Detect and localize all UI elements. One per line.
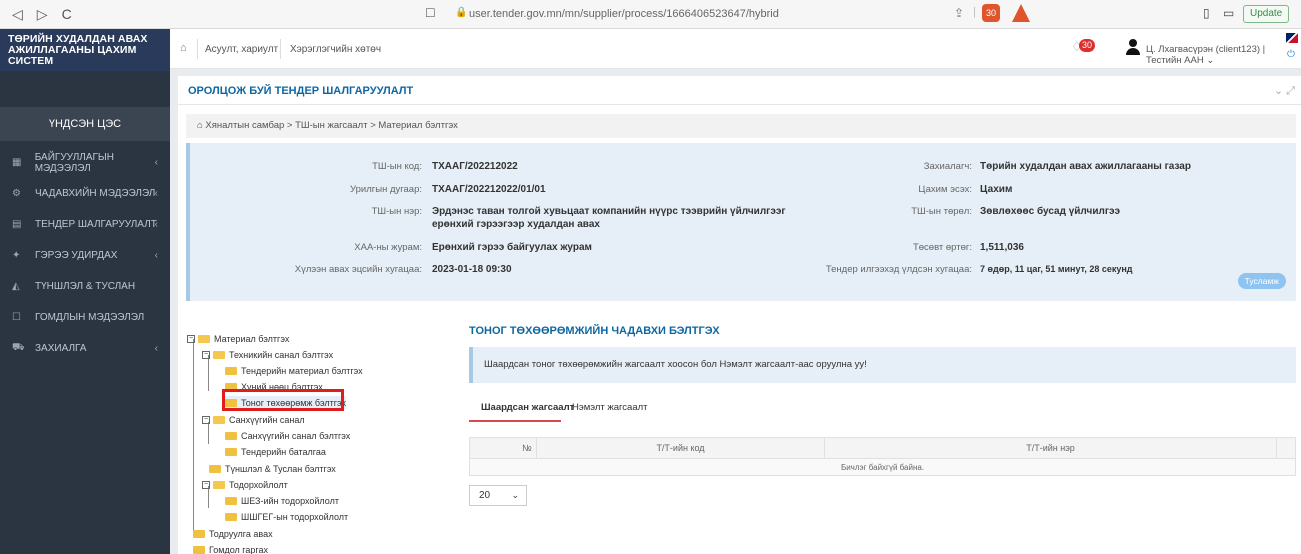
- extension-shield-icon[interactable]: 30: [982, 4, 1000, 22]
- folder-icon: [225, 447, 237, 456]
- language-flag-icon[interactable]: [1286, 33, 1298, 43]
- building-icon: ▦: [12, 157, 22, 168]
- tree-item[interactable]: Тендерийн баталгаа: [225, 445, 326, 458]
- home-icon[interactable]: ⌂: [180, 42, 187, 54]
- active-tab-indicator: [469, 420, 561, 422]
- chevron-down-icon: ⌄: [511, 490, 519, 500]
- highlight-box: [222, 389, 344, 411]
- user-icon[interactable]: [1126, 39, 1140, 55]
- folder-icon: [213, 350, 225, 359]
- lock-icon: 🔒: [455, 7, 468, 18]
- comment-icon: ☐: [12, 312, 21, 323]
- page-size-select[interactable]: 20 ⌄: [469, 485, 527, 506]
- list-icon: ▤: [12, 219, 22, 230]
- tree-item[interactable]: − Тодорхойлолт: [202, 478, 288, 491]
- tree-item[interactable]: − Техникийн санал бэлтгэх: [202, 348, 333, 361]
- qa-link[interactable]: Асуулт, хариулт: [205, 44, 278, 55]
- partners-icon: ◭: [12, 281, 20, 292]
- tab-bar: Шаардсан жагсаалт Нэмэлт жагсаалт: [469, 402, 1296, 424]
- user-guide-link[interactable]: Хэрэглэгчийн хөтөч: [290, 44, 381, 55]
- back-icon[interactable]: ◁: [12, 6, 23, 23]
- sidebar-item-capacity[interactable]: ⚙ ЧАДАВХИЙН МЭДЭЭЛЭЛ ‹: [0, 178, 170, 209]
- folder-icon: [213, 415, 225, 424]
- extension-triangle-icon[interactable]: [1012, 4, 1030, 22]
- section-title: ТОНОГ ТӨХӨӨРӨМЖИЙН ЧАДАВХИ БЭЛТГЭХ: [469, 325, 720, 337]
- sidebar-item-orders[interactable]: ⛟ ЗАХИАЛГА ‹: [0, 333, 170, 364]
- gears-icon: ⚙: [12, 188, 21, 199]
- update-button[interactable]: Update: [1243, 5, 1290, 23]
- collapse-icon: −: [202, 480, 210, 489]
- browser-toolbar: ◁ ▷ C ☐ 🔒 user.tender.gov.mn/mn/supplier…: [0, 0, 1301, 29]
- folder-icon: [209, 464, 221, 473]
- user-menu[interactable]: Ц. Лхагвасүрэн (client123) | Тестийн ААН…: [1146, 44, 1301, 66]
- power-icon[interactable]: ⏻: [1287, 49, 1295, 60]
- sidebar-item-partners[interactable]: ◭ ТҮНШЛЭЛ & ТУСЛАН: [0, 271, 170, 302]
- tree-item[interactable]: Түншлэл & Туслан бэлтгэх: [209, 462, 336, 475]
- bookmark-icon[interactable]: ☐: [425, 6, 436, 20]
- reload-icon[interactable]: C: [62, 6, 72, 23]
- wallet-icon[interactable]: ▭: [1223, 6, 1234, 20]
- collapse-icon: −: [187, 334, 195, 343]
- tree-item[interactable]: Санхүүгийн санал бэлтгэх: [225, 429, 350, 442]
- table-header: № Т/Т-ийн код Т/Т-ийн нэр: [469, 437, 1296, 459]
- page-title: ОРОЛЦОЖ БУЙ ТЕНДЕР ШАЛГАРУУЛАЛТ: [188, 85, 414, 97]
- cart-icon: ⛟: [12, 342, 25, 353]
- handshake-icon: ✦: [12, 250, 21, 261]
- chevron-left-icon: ‹: [154, 250, 158, 261]
- folder-icon: [213, 480, 225, 489]
- table-empty-row: Бичлэг байхгүй байна.: [469, 459, 1296, 476]
- sidebar-item-contract[interactable]: ✦ ГЭРЭЭ УДИРДАХ ‹: [0, 240, 170, 271]
- chevron-left-icon: ‹: [154, 219, 158, 230]
- chevron-left-icon: ‹: [154, 157, 158, 168]
- expand-icon[interactable]: ⌄ ⤢: [1274, 84, 1295, 98]
- sidebar-item-organization[interactable]: ▦ БАЙГУУЛЛАГЫН МЭДЭЭЛЭЛ ‹: [0, 147, 170, 178]
- notification-badge[interactable]: 30: [1079, 39, 1096, 52]
- home-icon[interactable]: ⌂: [197, 120, 203, 131]
- info-note: Шаардсан тоног төхөөрөмжийн жагсаалт хоо…: [469, 347, 1296, 383]
- tender-info-box: ТШ-ын код: ТХААГ/202212022 Урилгын дугаа…: [186, 143, 1296, 301]
- equipment-table: № Т/Т-ийн код Т/Т-ийн нэр Бичлэг байхгүй…: [469, 437, 1296, 476]
- breadcrumb: ⌂ Хяналтын самбар > ТШ-ын жагсаалт > Мат…: [186, 114, 1296, 138]
- folder-icon: [225, 512, 237, 521]
- tree-item[interactable]: − Материал бэлтгэх: [187, 332, 289, 345]
- chevron-left-icon: ‹: [154, 343, 158, 354]
- forward-icon[interactable]: ▷: [37, 6, 48, 23]
- share-icon[interactable]: ⇪: [954, 6, 964, 20]
- sidebar: ТӨРИЙН ХУДАЛДАН АВАХ АЖИЛЛАГААНЫ ЦАХИМ С…: [0, 29, 170, 554]
- folder-icon: [225, 496, 237, 505]
- sidebar-item-complaints[interactable]: ☐ ГОМДЛЫН МЭДЭЭЛЭЛ: [0, 302, 170, 333]
- help-button[interactable]: Тусламж: [1237, 273, 1286, 289]
- tree-item[interactable]: − Санхүүгийн санал: [202, 413, 305, 426]
- tree-item[interactable]: Тендерийн материал бэлтгэх: [225, 364, 363, 377]
- divider: |: [973, 6, 976, 18]
- folder-icon: [193, 529, 205, 538]
- sidebar-item-home[interactable]: ҮНДСЭН ЦЭС: [0, 107, 170, 141]
- url-bar[interactable]: user.tender.gov.mn/mn/supplier/process/1…: [469, 8, 779, 20]
- collapse-icon: −: [202, 350, 210, 359]
- folder-icon: [193, 545, 205, 554]
- brand-logo[interactable]: ТӨРИЙН ХУДАЛДАН АВАХ АЖИЛЛАГААНЫ ЦАХИМ С…: [0, 29, 170, 71]
- tree-item[interactable]: Тодруулга авах: [193, 527, 273, 540]
- folder-icon: [225, 431, 237, 440]
- folder-icon: [198, 334, 210, 343]
- collapse-icon: −: [202, 415, 210, 424]
- tree-item[interactable]: Гомдол гаргах: [193, 543, 268, 554]
- tree-item[interactable]: ШШГЕГ-ын тодорхойлолт: [225, 510, 348, 523]
- tab-extra-list[interactable]: Нэмэлт жагсаалт: [572, 402, 648, 413]
- folder-icon: [225, 366, 237, 375]
- chevron-left-icon: ‹: [154, 188, 158, 199]
- top-header: ⌂ Асуулт, хариулт Хэрэглэгчийн хөтөч ♢ 3…: [170, 29, 1301, 69]
- main-panel: ОРОЛЦОЖ БУЙ ТЕНДЕР ШАЛГАРУУЛАЛТ ⌄ ⤢ ⌂ Хя…: [178, 76, 1301, 554]
- sidebar-item-tender[interactable]: ▤ ТЕНДЕР ШАЛГАРУУЛАЛТ ‹: [0, 209, 170, 240]
- tab-required-list[interactable]: Шаардсан жагсаалт: [481, 402, 574, 413]
- tree-item[interactable]: ШЕЗ-ийн тодорхойлолт: [225, 494, 339, 507]
- sidebar-toggle-icon[interactable]: ▯: [1203, 6, 1210, 20]
